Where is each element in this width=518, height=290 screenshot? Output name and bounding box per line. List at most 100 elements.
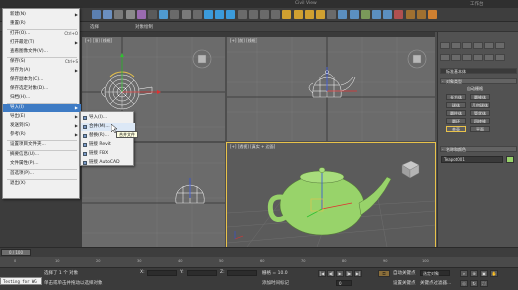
select-object-icon[interactable] xyxy=(159,10,169,19)
select-rotate-icon[interactable] xyxy=(215,10,225,19)
teapot-front-wireframe[interactable] xyxy=(308,70,356,98)
tab-selection[interactable]: 选择 xyxy=(90,24,99,30)
pan-icon[interactable]: ✋ xyxy=(490,270,498,277)
file-menu-item[interactable]: 首选项(P)... xyxy=(3,170,81,178)
import-submenu-item[interactable]: 链接 AutoCAD xyxy=(81,159,135,167)
viewport-perspective[interactable]: [+] [透视] [真实 + 边面] xyxy=(226,142,436,248)
reference-coordinate-icon[interactable] xyxy=(237,10,247,19)
add-time-tag[interactable]: 添加时间标记 xyxy=(262,280,289,286)
cylinder-button[interactable]: 圆柱体 xyxy=(446,110,466,116)
select-scale-icon[interactable] xyxy=(226,10,236,19)
file-menu-item[interactable]: 摘要信息(U)... xyxy=(3,151,81,159)
maxscript-listener[interactable]: Testing for WG xyxy=(0,277,42,285)
file-menu-item[interactable]: 保存副本为(C)... xyxy=(3,76,81,84)
angle-snap-icon[interactable] xyxy=(293,10,303,19)
geometry-icon[interactable] xyxy=(440,54,450,61)
hierarchy-tab-icon[interactable] xyxy=(462,42,472,49)
tube-button[interactable]: 管状体 xyxy=(470,110,490,116)
pivot-icon[interactable] xyxy=(248,10,258,19)
render-icon[interactable] xyxy=(428,10,437,19)
material-editor-icon[interactable] xyxy=(394,10,404,19)
percent-snap-icon[interactable] xyxy=(304,10,314,19)
object-name-field[interactable]: Teapot001 xyxy=(441,156,503,163)
utilities-tab-icon[interactable] xyxy=(495,42,505,49)
modify-tab-icon[interactable] xyxy=(451,42,461,49)
file-menu-item[interactable]: 重置(R) xyxy=(3,20,81,28)
unlink-icon[interactable] xyxy=(125,10,135,19)
curve-editor-icon[interactable] xyxy=(372,10,381,19)
viewcube-top[interactable] xyxy=(192,49,212,69)
cone-button[interactable]: 圆锥体 xyxy=(470,94,490,100)
tab-object-paint[interactable]: 对象绘制 xyxy=(135,24,153,30)
shapes-icon[interactable] xyxy=(451,54,461,61)
play-button[interactable]: ▶ xyxy=(336,270,344,277)
file-menu-item[interactable]: 保存(S) Ctrl+S xyxy=(3,58,81,66)
align-icon[interactable] xyxy=(349,10,359,19)
select-filter-icon[interactable] xyxy=(148,10,157,19)
y-coordinate[interactable] xyxy=(187,270,217,276)
link-icon[interactable] xyxy=(114,10,124,19)
window-crossing-icon[interactable] xyxy=(192,10,202,19)
lights-icon[interactable] xyxy=(462,54,472,61)
space-warps-icon[interactable] xyxy=(495,54,505,61)
named-selection-icon[interactable] xyxy=(327,10,337,19)
set-key-button[interactable]: 设置关键点 xyxy=(393,280,416,286)
file-menu-item[interactable]: 打开最近(T) ▶ xyxy=(3,39,81,47)
teapot-button[interactable]: 茶壶 xyxy=(446,126,466,132)
file-menu-item[interactable]: 新建(N) ▶ xyxy=(3,11,81,19)
schematic-view-icon[interactable] xyxy=(383,10,393,19)
motion-tab-icon[interactable] xyxy=(473,42,483,49)
z-coordinate[interactable] xyxy=(227,270,257,276)
render-frame-icon[interactable] xyxy=(416,10,426,19)
import-submenu-item[interactable]: 链接 FBX xyxy=(81,150,135,158)
object-color-swatch[interactable] xyxy=(506,156,514,163)
helpers-icon[interactable] xyxy=(484,54,494,61)
set-key-icon[interactable]: ⚿ xyxy=(378,270,390,277)
box-button[interactable]: 长方体 xyxy=(446,94,466,100)
render-setup-icon[interactable] xyxy=(405,10,415,19)
file-menu-item[interactable]: 归档(H)... xyxy=(3,94,81,102)
file-menu-item[interactable]: 设置项目文件夹... xyxy=(3,141,81,149)
go-to-start-button[interactable]: |◀ xyxy=(318,270,326,277)
viewcube-perspective[interactable] xyxy=(401,160,420,179)
pyramid-button[interactable]: 四棱锥 xyxy=(470,118,490,124)
key-filters-button[interactable]: 关键点过滤器... xyxy=(420,280,451,286)
viewcube-front[interactable] xyxy=(407,49,427,69)
cameras-icon[interactable] xyxy=(473,54,483,61)
file-menu-item[interactable]: 发送到(S) ▶ xyxy=(3,122,81,130)
orbit-icon[interactable]: ↻ xyxy=(470,280,478,287)
go-to-end-button[interactable]: ▶| xyxy=(354,270,362,277)
zoom-all-icon[interactable]: ⊕ xyxy=(470,270,478,277)
undo-icon[interactable] xyxy=(92,10,101,19)
geosphere-button[interactable]: 几何球体 xyxy=(470,102,490,108)
object-type-rollout[interactable]: - 对象类型 xyxy=(440,78,517,84)
display-tab-icon[interactable] xyxy=(484,42,494,49)
primitive-type-dropdown[interactable]: 标准基本体 xyxy=(440,68,517,74)
previous-frame-button[interactable]: ◀| xyxy=(327,270,335,277)
rectangular-region-icon[interactable] xyxy=(181,10,191,19)
file-menu-item[interactable]: 参考(R) ▶ xyxy=(3,131,81,139)
zoom-icon[interactable]: ⌕ xyxy=(460,270,468,277)
sphere-button[interactable]: 球体 xyxy=(446,102,466,108)
maximize-viewport-icon[interactable]: ⛶ xyxy=(480,280,488,287)
x-coordinate[interactable] xyxy=(147,270,177,276)
file-menu-item[interactable]: 打开(O)... Ctrl+O xyxy=(3,30,81,38)
zoom-extents-icon[interactable]: ▣ xyxy=(480,270,488,277)
bind-space-warp-icon[interactable] xyxy=(136,10,146,19)
layer-manager-icon[interactable] xyxy=(360,10,370,19)
torus-button[interactable]: 圆环 xyxy=(446,118,466,124)
snap-toggle-icon[interactable] xyxy=(282,10,292,19)
file-menu-item[interactable]: 保存选定对象(D)... xyxy=(3,85,81,93)
track-bar[interactable]: 0 10 20 30 40 50 60 70 80 90 100 xyxy=(0,257,518,267)
name-color-rollout[interactable]: - 名称和颜色 xyxy=(440,146,517,152)
time-slider[interactable]: 0 / 100 xyxy=(0,247,518,257)
spinner-snap-icon[interactable] xyxy=(316,10,325,19)
auto-grid-checkbox[interactable]: 自动栅格 xyxy=(467,86,507,92)
teapot-shaded[interactable] xyxy=(267,167,392,236)
field-of-view-icon[interactable]: ◇ xyxy=(460,280,468,287)
selected-object-dropdown[interactable]: 选定对象 xyxy=(420,270,450,276)
select-move-icon[interactable] xyxy=(204,10,213,19)
import-submenu-item[interactable]: 链接 Revit xyxy=(81,141,135,149)
viewport-front[interactable]: [+] [前] [线框] xyxy=(227,37,435,141)
next-frame-button[interactable]: |▶ xyxy=(345,270,353,277)
